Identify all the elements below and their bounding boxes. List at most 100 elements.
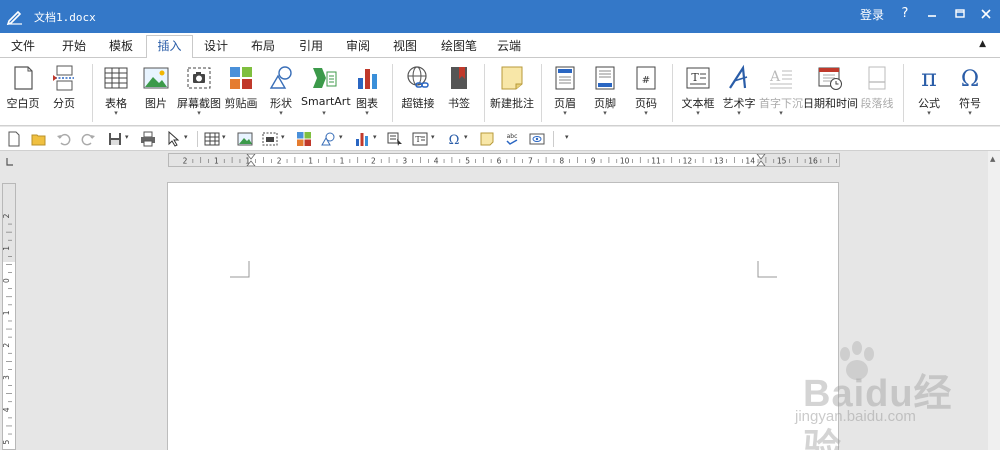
- table-icon[interactable]: [204, 131, 220, 147]
- preview-icon[interactable]: [529, 131, 545, 147]
- tab-layout[interactable]: 布局: [244, 37, 282, 58]
- new-document-icon[interactable]: [6, 131, 22, 147]
- minimize-icon[interactable]: [922, 4, 942, 24]
- chart-button[interactable]: 图表 ▾: [348, 62, 386, 124]
- page-break-label: 分页: [53, 97, 75, 110]
- watermark-brand: Baidu经验: [803, 373, 953, 450]
- symbol-dropdown-arrow[interactable]: ▾: [464, 133, 468, 141]
- dropcap-button[interactable]: A 首字下沉 ▾: [759, 62, 803, 124]
- symbol-dropdown-arrow[interactable]: ▾: [950, 109, 990, 117]
- shapes-dropdown-arrow[interactable]: ▾: [262, 109, 300, 117]
- collapse-ribbon-icon[interactable]: ▲: [979, 39, 986, 49]
- textbox-dropdown-arrow[interactable]: ▾: [431, 133, 435, 141]
- spellcheck-icon[interactable]: abc: [504, 131, 520, 147]
- picture-icon[interactable]: [237, 131, 253, 147]
- ruler-label: 5: [3, 439, 11, 444]
- text-cursor-icon[interactable]: [387, 131, 403, 147]
- tab-insert[interactable]: 插入: [146, 35, 193, 59]
- datetime-button[interactable]: 日期和时间: [803, 62, 858, 124]
- customize-toolbar-arrow[interactable]: ▾: [565, 133, 569, 141]
- page-number-dropdown-arrow[interactable]: ▾: [626, 109, 666, 117]
- chart-dropdown-arrow[interactable]: ▾: [348, 109, 386, 117]
- table-dropdown-arrow[interactable]: ▾: [222, 133, 226, 141]
- redo-icon[interactable]: [80, 131, 96, 147]
- print-icon[interactable]: [140, 131, 156, 147]
- tab-drawing-pen[interactable]: 绘图笔: [434, 37, 484, 58]
- table-dropdown-arrow[interactable]: ▾: [97, 109, 135, 117]
- pointer-dropdown-arrow[interactable]: ▾: [184, 133, 188, 141]
- tab-review[interactable]: 审阅: [339, 37, 377, 58]
- table-button[interactable]: 表格 ▾: [97, 62, 135, 124]
- tab-cloud[interactable]: 云端: [490, 37, 528, 58]
- screenshot-icon[interactable]: [262, 131, 278, 147]
- horizontal-ruler[interactable]: 21121123456789101112131415161718: [168, 153, 840, 167]
- header-dropdown-arrow[interactable]: ▾: [545, 109, 585, 117]
- tab-home[interactable]: 开始: [55, 37, 93, 58]
- help-button[interactable]: ?: [895, 4, 915, 24]
- tab-references[interactable]: 引用: [292, 37, 330, 58]
- ruler-label: 1: [3, 246, 11, 251]
- clipart-button[interactable]: 剪贴画: [222, 62, 260, 124]
- ruler-label: 6: [497, 157, 502, 166]
- clipart-icon[interactable]: [296, 131, 312, 147]
- header-button[interactable]: 页眉 ▾: [545, 62, 585, 124]
- login-button[interactable]: 登录: [860, 6, 884, 23]
- chart-dropdown-arrow[interactable]: ▾: [373, 133, 377, 141]
- shapes-dropdown-arrow[interactable]: ▾: [339, 133, 343, 141]
- new-comment-button[interactable]: 新建批注: [488, 62, 536, 124]
- equation-dropdown-arrow[interactable]: ▾: [908, 109, 950, 117]
- smartart-dropdown-arrow[interactable]: ▾: [301, 109, 347, 117]
- textbox-icon[interactable]: T: [412, 131, 428, 147]
- textbox-button[interactable]: T 文本框 ▾: [677, 62, 719, 124]
- tab-stop-selector-icon[interactable]: [4, 157, 14, 167]
- pen-icon[interactable]: [6, 7, 24, 25]
- paragraph-line-button[interactable]: 段落线: [857, 62, 897, 124]
- save-dropdown-arrow[interactable]: ▾: [125, 133, 129, 141]
- symbol-button[interactable]: Ω 符号 ▾: [950, 62, 990, 124]
- undo-icon[interactable]: [56, 131, 72, 147]
- page-break-button[interactable]: 分页: [44, 62, 84, 124]
- close-icon[interactable]: [976, 4, 996, 24]
- baidu-jingyan-watermark: Baidu经验 jingyan.baidu.com: [765, 341, 965, 450]
- bookmark-button[interactable]: 书签: [440, 62, 478, 124]
- scroll-up-arrow[interactable]: ▲: [990, 155, 995, 163]
- save-icon[interactable]: [107, 131, 123, 147]
- vertical-ruler[interactable]: 2 1 0 1 2 3 4 5: [2, 183, 16, 450]
- wordart-dropdown-arrow[interactable]: ▾: [719, 109, 759, 117]
- equation-button[interactable]: π 公式 ▾: [908, 62, 950, 124]
- select-pointer-icon[interactable]: [166, 131, 182, 147]
- chart-icon[interactable]: [354, 131, 370, 147]
- ruler-label: 11: [651, 157, 661, 166]
- tab-design[interactable]: 设计: [197, 37, 235, 58]
- tab-template[interactable]: 模板: [102, 37, 140, 58]
- open-folder-icon[interactable]: [31, 131, 47, 147]
- comment-icon[interactable]: [479, 131, 495, 147]
- picture-button[interactable]: 图片: [137, 62, 175, 124]
- ruler-label: 1: [3, 310, 11, 315]
- screenshot-dropdown-arrow[interactable]: ▾: [176, 109, 222, 117]
- svg-text:A: A: [769, 69, 781, 85]
- footer-button[interactable]: 页脚 ▾: [585, 62, 625, 124]
- smartart-icon: [313, 68, 337, 88]
- restore-icon[interactable]: [950, 4, 970, 24]
- ruler-label: 1: [308, 157, 313, 166]
- blank-page-button[interactable]: 空白页: [2, 62, 44, 124]
- smartart-button[interactable]: SmartArt ▾: [301, 62, 351, 124]
- ruler-label: 8: [559, 157, 564, 166]
- tab-view[interactable]: 视图: [386, 37, 424, 58]
- page-number-button[interactable]: # 页码 ▾: [626, 62, 666, 124]
- ruler-label: 2: [3, 343, 11, 348]
- textbox-dropdown-arrow[interactable]: ▾: [677, 109, 719, 117]
- tab-file[interactable]: 文件: [4, 37, 42, 58]
- dropcap-dropdown-arrow[interactable]: ▾: [759, 109, 803, 117]
- hyperlink-button[interactable]: 超链接: [397, 62, 439, 124]
- wordart-button[interactable]: 艺术字 ▾: [719, 62, 759, 124]
- shapes-button[interactable]: 形状 ▾: [262, 62, 300, 124]
- symbol-icon[interactable]: Ω: [446, 131, 462, 147]
- screenshot-dropdown-arrow[interactable]: ▾: [281, 133, 285, 141]
- footer-dropdown-arrow[interactable]: ▾: [585, 109, 625, 117]
- document-page[interactable]: [167, 182, 839, 450]
- screenshot-button[interactable]: 屏幕截图 ▾: [176, 62, 222, 124]
- shapes-icon[interactable]: [320, 131, 336, 147]
- vertical-scrollbar[interactable]: ▲: [988, 151, 1000, 450]
